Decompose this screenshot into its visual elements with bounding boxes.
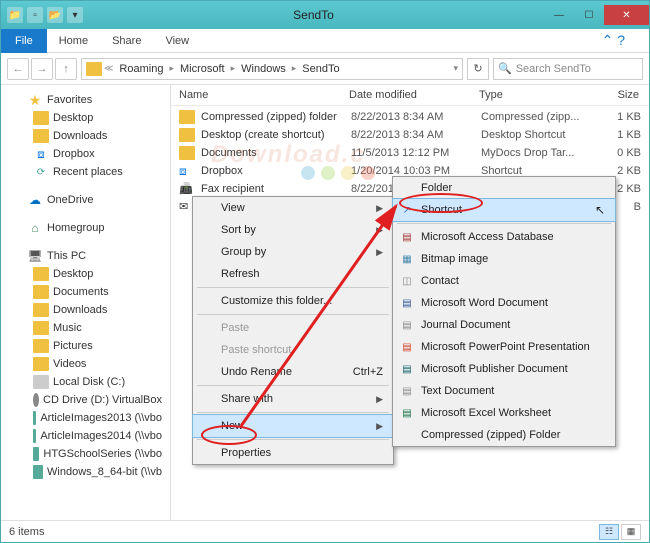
sidebar-pc-net1[interactable]: ArticleImages2013 (\\vbo <box>5 409 166 427</box>
file-row[interactable]: Compressed (zipped) folder8/22/2013 8:34… <box>171 108 649 126</box>
view-large-icon[interactable]: ▦ <box>621 524 641 540</box>
sidebar-pc-net3[interactable]: HTGSchoolSeries (\\vbo <box>5 445 166 463</box>
ctx-new-text[interactable]: ▤Text Document <box>393 380 615 402</box>
ctx-new-zip[interactable]: Compressed (zipped) Folder <box>393 424 615 446</box>
ctx-undo[interactable]: Undo RenameCtrl+Z <box>193 361 393 383</box>
ctx-customize[interactable]: Customize this folder... <box>193 290 393 312</box>
minimize-button[interactable]: — <box>544 5 574 25</box>
refresh-button[interactable]: ↻ <box>467 58 489 80</box>
window-title: SendTo <box>83 8 544 22</box>
ctx-paste: Paste <box>193 317 393 339</box>
column-headers[interactable]: Name Date modified Type Size <box>171 85 649 106</box>
qat-properties-icon[interactable]: ▫ <box>27 7 43 23</box>
col-size[interactable]: Size <box>589 89 639 101</box>
sidebar-pc-cddrive[interactable]: CD Drive (D:) VirtualBox <box>5 391 166 409</box>
ctx-new-excel[interactable]: ▤Microsoft Excel Worksheet <box>393 402 615 424</box>
close-button[interactable]: ✕ <box>604 5 649 25</box>
view-tab[interactable]: View <box>153 31 201 51</box>
sidebar-pc-documents[interactable]: Documents <box>5 283 166 301</box>
col-date[interactable]: Date modified <box>349 89 479 101</box>
sidebar-pc-downloads[interactable]: Downloads <box>5 301 166 319</box>
sidebar-item-recent[interactable]: ⟳Recent places <box>5 163 166 181</box>
sidebar-item-downloads[interactable]: Downloads <box>5 127 166 145</box>
back-button[interactable]: ← <box>7 58 29 80</box>
view-details-icon[interactable]: ☷ <box>599 524 619 540</box>
ctx-new-access[interactable]: ▤Microsoft Access Database <box>393 226 615 248</box>
navigation-pane: ★Favorites Desktop Downloads ⧈Dropbox ⟳R… <box>1 85 171 521</box>
crumb-sendto[interactable]: SendTo <box>298 63 343 75</box>
statusbar: 6 items ☷ ▦ <box>1 520 649 542</box>
sidebar-pc-net2[interactable]: ArticleImages2014 (\\vbo <box>5 427 166 445</box>
sidebar-pc-videos[interactable]: Videos <box>5 355 166 373</box>
qat-newfolder-icon[interactable]: 📂 <box>47 7 63 23</box>
sidebar-item-dropbox[interactable]: ⧈Dropbox <box>5 145 166 163</box>
ctx-new[interactable]: New▶ <box>192 414 394 438</box>
thispc-group[interactable]: 🖥This PC <box>5 247 166 265</box>
homegroup-group[interactable]: ⌂Homegroup <box>5 219 166 237</box>
ctx-sortby[interactable]: Sort by▶ <box>193 219 393 241</box>
search-input[interactable]: 🔍 Search SendTo <box>493 58 643 80</box>
ctx-new-bitmap[interactable]: ▦Bitmap image <box>393 248 615 270</box>
addressbar: ← → ↑ ≪ Roaming▸ Microsoft▸ Windows▸ Sen… <box>1 53 649 85</box>
ctx-paste-shortcut: Paste shortcut <box>193 339 393 361</box>
ctx-new-folder[interactable]: Folder <box>393 177 615 199</box>
sidebar-pc-music[interactable]: Music <box>5 319 166 337</box>
onedrive-group[interactable]: ☁OneDrive <box>5 191 166 209</box>
titlebar: 📁 ▫ 📂 ▾ SendTo — ☐ ✕ <box>1 1 649 29</box>
crumb-microsoft[interactable]: Microsoft <box>176 63 229 75</box>
ctx-properties[interactable]: Properties <box>193 442 393 464</box>
file-row[interactable]: Desktop (create shortcut)8/22/2013 8:34 … <box>171 126 649 144</box>
ctx-new-journal[interactable]: ▤Journal Document <box>393 314 615 336</box>
file-row[interactable]: Documents11/5/2013 12:12 PMMyDocs Drop T… <box>171 144 649 162</box>
ctx-sharewith[interactable]: Share with▶ <box>193 388 393 410</box>
ctx-refresh[interactable]: Refresh <box>193 263 393 285</box>
home-tab[interactable]: Home <box>47 31 100 51</box>
ctx-new-word[interactable]: ▤Microsoft Word Document <box>393 292 615 314</box>
status-count: 6 items <box>9 526 44 538</box>
col-name[interactable]: Name <box>179 89 349 101</box>
ctx-new-ppt[interactable]: ▤Microsoft PowerPoint Presentation <box>393 336 615 358</box>
context-submenu-new: Folder ↗Shortcut↖ ▤Microsoft Access Data… <box>392 176 616 447</box>
context-menu: View▶ Sort by▶ Group by▶ Refresh Customi… <box>192 196 394 465</box>
ctx-new-contact[interactable]: ◫Contact <box>393 270 615 292</box>
qat-dropdown-icon[interactable]: ▾ <box>67 7 83 23</box>
favorites-group[interactable]: ★Favorites <box>5 91 166 109</box>
forward-button[interactable]: → <box>31 58 53 80</box>
maximize-button[interactable]: ☐ <box>574 5 604 25</box>
search-icon: 🔍 <box>498 62 512 75</box>
crumb-roaming[interactable]: Roaming <box>115 63 167 75</box>
sidebar-pc-net4[interactable]: Windows_8_64-bit (\\vb <box>5 463 166 481</box>
breadcrumb[interactable]: ≪ Roaming▸ Microsoft▸ Windows▸ SendTo ▾ <box>81 58 463 80</box>
sidebar-pc-desktop[interactable]: Desktop <box>5 265 166 283</box>
ctx-new-publisher[interactable]: ▤Microsoft Publisher Document <box>393 358 615 380</box>
sidebar-pc-localdisk[interactable]: Local Disk (C:) <box>5 373 166 391</box>
share-tab[interactable]: Share <box>100 31 153 51</box>
ctx-view[interactable]: View▶ <box>193 197 393 219</box>
sidebar-pc-pictures[interactable]: Pictures <box>5 337 166 355</box>
folder-icon <box>86 62 102 76</box>
ctx-groupby[interactable]: Group by▶ <box>193 241 393 263</box>
file-tab[interactable]: File <box>1 29 47 53</box>
sidebar-item-desktop[interactable]: Desktop <box>5 109 166 127</box>
ribbon: File Home Share View ⌃ ? <box>1 29 649 53</box>
help-icon[interactable]: ⌃ ? <box>602 32 625 49</box>
crumb-windows[interactable]: Windows <box>237 63 290 75</box>
ctx-new-shortcut[interactable]: ↗Shortcut↖ <box>392 198 616 222</box>
up-button[interactable]: ↑ <box>55 58 77 80</box>
explorer-icon: 📁 <box>7 7 23 23</box>
col-type[interactable]: Type <box>479 89 589 101</box>
